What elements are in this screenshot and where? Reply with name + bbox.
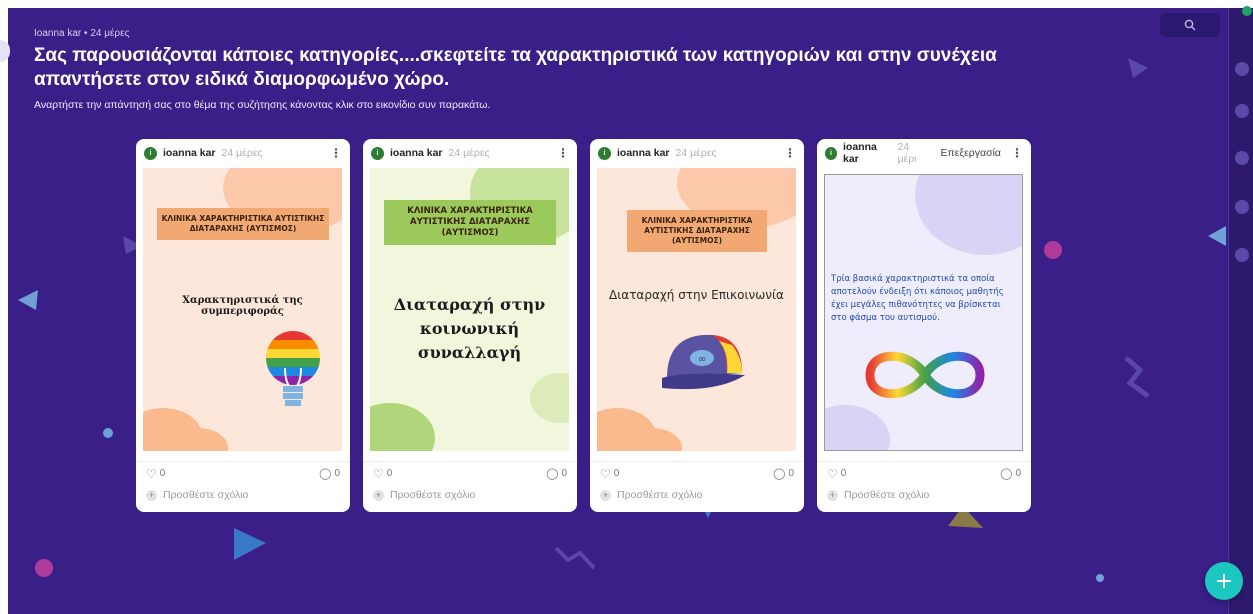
like-button[interactable]: ♡ 0 xyxy=(146,467,165,481)
card-footer: ♡ 0 ◯ 0 xyxy=(363,461,577,485)
svg-text:∞: ∞ xyxy=(698,354,706,365)
toolbar-button[interactable] xyxy=(1235,248,1249,262)
post-card-communication[interactable]: i ioanna kar 24 μέρες ⋮ ΚΛΙΝΙΚΑ ΧΑΡΑΚΤΗΡ… xyxy=(590,139,804,512)
more-vertical-icon[interactable]: ⋮ xyxy=(330,146,342,160)
avatar: i xyxy=(825,146,837,160)
right-toolbar xyxy=(1228,8,1253,614)
comment-icon: ◯ xyxy=(319,468,332,480)
post-age: 24 μέρες xyxy=(448,147,490,159)
card-header: i ioanna kar 24 μέρι Επεξεργασία ⋮ xyxy=(817,139,1031,167)
poster-text: Τρία βασικά χαρακτηριστικά τα οποία αποτ… xyxy=(831,274,1004,323)
padlet-wall: Ioanna kar • 24 μέρες Σας παρουσιάζονται… xyxy=(8,8,1228,614)
like-button[interactable]: ♡ 0 xyxy=(827,467,846,481)
heart-icon: ♡ xyxy=(146,466,157,481)
avatar: i xyxy=(144,146,157,160)
heart-icon: ♡ xyxy=(373,466,384,481)
cap-icon: ∞ xyxy=(662,334,745,390)
author-name[interactable]: ioanna kar xyxy=(617,147,670,159)
comment-icon: ◯ xyxy=(773,468,786,480)
search-button[interactable] xyxy=(1160,13,1220,37)
plus-icon: + xyxy=(600,489,611,501)
post-age: 24 μέρι xyxy=(897,141,917,165)
page-subtitle: Αναρτήστε την απάντησή σας στο θέμα της … xyxy=(34,99,491,111)
toolbar-button[interactable] xyxy=(1235,62,1249,76)
author-name[interactable]: ioanna kar xyxy=(163,147,216,159)
card-footer: ♡ 0 ◯ 0 xyxy=(817,461,1031,485)
card-header: i ioanna kar 24 μέρες ⋮ xyxy=(590,139,804,167)
comments-button[interactable]: ◯ 0 xyxy=(1000,467,1021,480)
poster-banner: ΚΛΙΝΙΚΑ ΧΑΡΑΚΤΗΡΙΣΤΙΚΑ ΑΥΤΙΣΤΙΚΗΣ ΔΙΑΤΑΡ… xyxy=(384,200,556,245)
toolbar-button[interactable] xyxy=(1235,104,1249,118)
poster-heading: Διαταραχή στην κοινωνική συναλλαγή xyxy=(393,295,546,362)
post-card-behavior[interactable]: i ioanna kar 24 μέρες ⋮ ΚΛΙΝΙΚΑ ΧΑΡΑΚΤΗΡ… xyxy=(136,139,350,512)
heart-icon: ♡ xyxy=(827,466,838,481)
author-name[interactable]: ioanna kar xyxy=(390,147,443,159)
post-age: 24 μέρες xyxy=(221,147,263,159)
poster-heading: Διαταραχή στην Επικοινωνία xyxy=(609,288,784,302)
post-age: 24 μέρες xyxy=(675,147,717,159)
post-image[interactable]: ΚΛΙΝΙΚΑ ΧΑΡΑΚΤΗΡΙΣΤΙΚΑ ΑΥΤΙΣΤΙΚΗΣ ΔΙΑΤΑΡ… xyxy=(143,168,342,451)
add-comment-button[interactable]: + Προσθέστε σχόλιο xyxy=(827,489,929,501)
plus-icon: + xyxy=(146,489,157,501)
post-meta: Ioanna kar • 24 μέρες xyxy=(34,28,130,39)
card-footer: ♡ 0 ◯ 0 xyxy=(590,461,804,485)
plus-icon: + xyxy=(827,489,838,501)
comment-icon: ◯ xyxy=(546,468,559,480)
more-vertical-icon[interactable]: ⋮ xyxy=(784,146,796,160)
avatar: i xyxy=(371,146,384,160)
search-icon xyxy=(1184,19,1196,31)
comments-button[interactable]: ◯ 0 xyxy=(546,467,567,480)
comments-button[interactable]: ◯ 0 xyxy=(319,467,340,480)
more-vertical-icon[interactable]: ⋮ xyxy=(1011,146,1023,160)
heart-icon: ♡ xyxy=(600,466,611,481)
comment-icon: ◯ xyxy=(1000,468,1013,480)
add-post-button[interactable] xyxy=(1205,562,1243,600)
poster-banner: ΚΛΙΝΙΚΑ ΧΑΡΑΚΤΗΡΙΣΤΙΚΑ ΑΥΤΙΣΤΙΚΗΣ ΔΙΑΤΑΡ… xyxy=(157,208,329,240)
add-comment-button[interactable]: + Προσθέστε σχόλιο xyxy=(373,489,475,501)
toolbar-button[interactable] xyxy=(1235,151,1249,165)
card-header: i ioanna kar 24 μέρες ⋮ xyxy=(363,139,577,167)
infinity-icon xyxy=(865,351,985,399)
lightbulb-icon xyxy=(266,331,320,406)
poster-heading: Χαρακτηριστικά της συμπεριφοράς xyxy=(182,295,303,317)
post-image[interactable]: ΚΛΙΝΙΚΑ ΧΑΡΑΚΤΗΡΙΣΤΙΚΑ ΑΥΤΙΣΤΙΚΗΣ ΔΙΑΤΑΡ… xyxy=(370,168,569,451)
like-button[interactable]: ♡ 0 xyxy=(373,467,392,481)
toolbar-button[interactable] xyxy=(1235,200,1249,214)
post-image[interactable]: ΚΛΙΝΙΚΑ ΧΑΡΑΚΤΗΡΙΣΤΙΚΑ ΑΥΤΙΣΤΙΚΗΣ ΔΙΑΤΑΡ… xyxy=(597,168,796,451)
post-image[interactable]: Τρία βασικά χαρακτηριστικά τα οποία αποτ… xyxy=(824,174,1023,451)
status-dot xyxy=(1242,6,1252,16)
post-card-infinity[interactable]: i ioanna kar 24 μέρι Επεξεργασία ⋮ Τρία … xyxy=(817,139,1031,512)
plus-icon xyxy=(1217,574,1231,588)
plus-icon: + xyxy=(373,489,384,501)
avatar: i xyxy=(598,146,611,160)
edit-button[interactable]: Επεξεργασία xyxy=(941,147,1002,159)
card-header: i ioanna kar 24 μέρες ⋮ xyxy=(136,139,350,167)
like-button[interactable]: ♡ 0 xyxy=(600,467,619,481)
more-vertical-icon[interactable]: ⋮ xyxy=(557,146,569,160)
add-comment-button[interactable]: + Προσθέστε σχόλιο xyxy=(600,489,702,501)
comments-button[interactable]: ◯ 0 xyxy=(773,467,794,480)
poster-banner: ΚΛΙΝΙΚΑ ΧΑΡΑΚΤΗΡΙΣΤΙΚΑ ΑΥΤΙΣΤΙΚΗΣ ΔΙΑΤΑΡ… xyxy=(627,210,767,252)
card-footer: ♡ 0 ◯ 0 xyxy=(136,461,350,485)
add-comment-button[interactable]: + Προσθέστε σχόλιο xyxy=(146,489,248,501)
post-card-social[interactable]: i ioanna kar 24 μέρες ⋮ ΚΛΙΝΙΚΑ ΧΑΡΑΚΤΗΡ… xyxy=(363,139,577,512)
page-title: Σας παρουσιάζονται κάποιες κατηγορίες...… xyxy=(34,45,997,90)
author-name[interactable]: ioanna kar xyxy=(843,141,891,165)
